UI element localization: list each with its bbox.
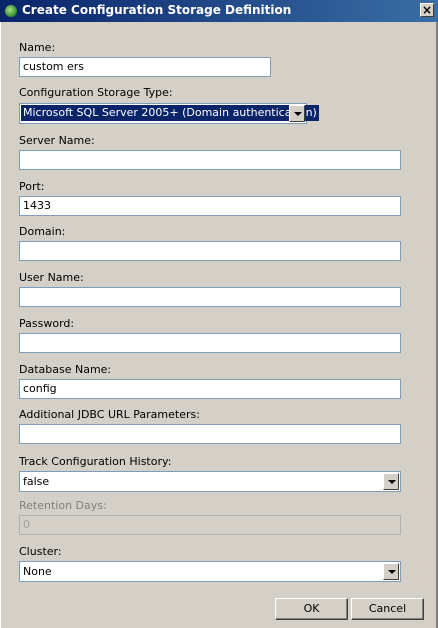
jdbc-params-label: Additional JDBC URL Parameters:: [19, 408, 200, 421]
storage-type-select[interactable]: Microsoft SQL Server 2005+ (Domain authe…: [19, 103, 319, 124]
domain-label: Domain:: [19, 225, 66, 238]
track-history-select[interactable]: false: [19, 471, 401, 492]
storage-type-value: Microsoft SQL Server 2005+ (Domain authe…: [21, 105, 319, 121]
cancel-button[interactable]: Cancel: [351, 598, 424, 620]
chevron-down-icon[interactable]: [383, 563, 399, 580]
track-history-value: false: [23, 475, 50, 488]
server-name-input[interactable]: [19, 150, 401, 170]
app-icon: [5, 5, 17, 17]
database-name-input[interactable]: config: [19, 379, 401, 399]
window-title: Create Configuration Storage Definition: [22, 3, 292, 17]
storage-type-label: Configuration Storage Type:: [19, 86, 173, 99]
close-icon: ×: [421, 3, 433, 17]
track-history-label: Track Configuration History:: [19, 455, 172, 468]
cluster-select[interactable]: None: [19, 561, 401, 582]
jdbc-params-input[interactable]: [19, 424, 401, 444]
retention-days-input: 0: [19, 515, 401, 535]
window-frame-left: [0, 22, 3, 628]
retention-days-label: Retention Days:: [19, 499, 107, 512]
user-name-input[interactable]: [19, 287, 401, 307]
name-input[interactable]: custom ers: [19, 57, 271, 77]
database-name-label: Database Name:: [19, 363, 112, 376]
password-input[interactable]: [19, 333, 401, 353]
domain-input[interactable]: [19, 241, 401, 261]
cluster-label: Cluster:: [19, 545, 62, 558]
chevron-down-icon[interactable]: [289, 105, 305, 122]
password-label: Password:: [19, 317, 75, 330]
close-button[interactable]: ×: [420, 3, 434, 17]
cluster-value: None: [23, 565, 52, 578]
port-input[interactable]: 1433: [19, 196, 401, 216]
ok-button[interactable]: OK: [275, 598, 348, 620]
user-name-label: User Name:: [19, 271, 84, 284]
chevron-down-icon[interactable]: [383, 473, 399, 490]
name-label: Name:: [19, 41, 56, 54]
port-label: Port:: [19, 180, 45, 193]
title-bar[interactable]: Create Configuration Storage Definition …: [0, 0, 438, 22]
server-name-label: Server Name:: [19, 134, 95, 147]
